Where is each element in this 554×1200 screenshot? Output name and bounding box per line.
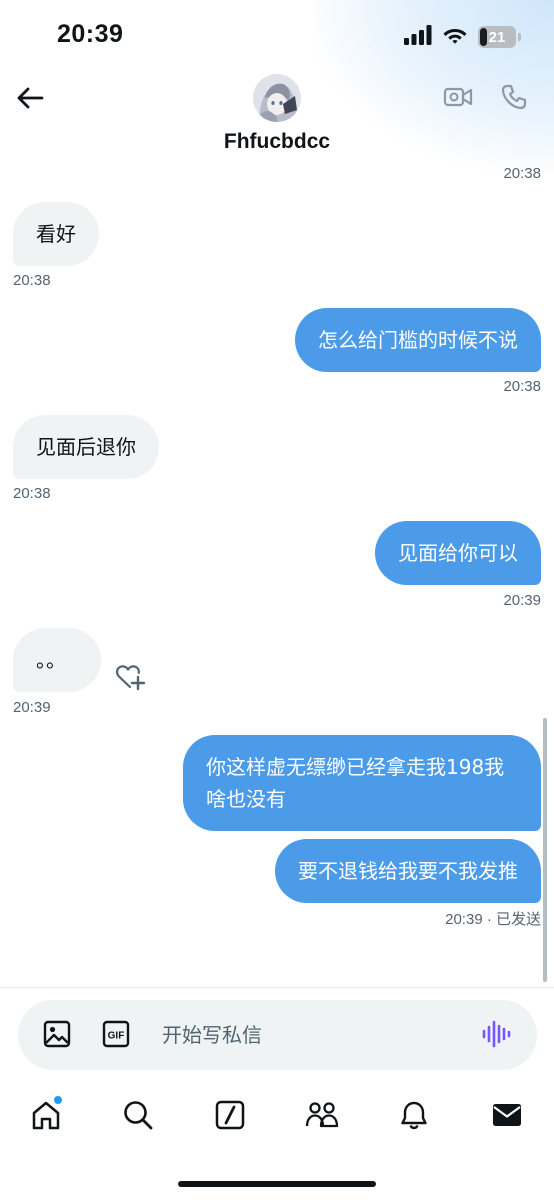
message-time: 20:39 [503, 592, 541, 609]
divider [0, 987, 554, 988]
voice-wave-icon [482, 1020, 511, 1048]
svg-text:GIF: GIF [108, 1031, 125, 1042]
arrow-left-icon [17, 87, 44, 109]
battery-level [480, 28, 487, 46]
tab-communities[interactable] [302, 1095, 342, 1135]
video-call-button[interactable] [441, 80, 475, 114]
message-bubble-incoming[interactable]: 看好 [13, 202, 99, 266]
composer: GIF [18, 1000, 537, 1070]
phone-call-button[interactable] [497, 80, 531, 114]
back-button[interactable] [12, 80, 48, 116]
message-bubble-outgoing[interactable]: 怎么给门槛的时候不说 [295, 308, 541, 372]
bell-icon [401, 1101, 427, 1130]
message-bubble-outgoing[interactable]: 见面给你可以 [375, 521, 541, 585]
message-bubble-outgoing[interactable]: 要不退钱给我要不我发推 [275, 839, 541, 903]
message-line: 啥也没有 [206, 787, 286, 811]
react-button[interactable] [112, 660, 148, 694]
home-indicator [178, 1181, 376, 1187]
tab-search[interactable] [118, 1095, 158, 1135]
message-bubble-outgoing[interactable]: 你这样虚无缥缈已经拿走我198我 啥也没有 [183, 735, 541, 831]
communities-icon [305, 1102, 339, 1128]
mail-icon [493, 1104, 521, 1126]
avatar[interactable] [253, 74, 301, 122]
tab-grok[interactable] [210, 1095, 250, 1135]
status-time: 20:39 [57, 20, 124, 48]
battery-indicator: 21 [478, 26, 521, 48]
tab-notifications[interactable] [394, 1095, 434, 1135]
scrollbar[interactable] [543, 718, 547, 982]
message-time: 20:38 [13, 485, 51, 502]
gif-icon: GIF [102, 1020, 130, 1048]
battery-percent: 21 [488, 28, 506, 46]
image-icon [43, 1020, 71, 1048]
grok-icon [215, 1100, 245, 1130]
contact-name[interactable]: Fhfucbdcc [0, 130, 554, 154]
message-time: 20:38 [503, 165, 541, 182]
heart-plus-icon [116, 665, 146, 691]
message-input[interactable] [162, 1018, 462, 1052]
message-bubble-incoming[interactable]: 见面后退你 [13, 415, 159, 479]
image-button[interactable] [41, 1018, 73, 1050]
signal-icon [404, 25, 432, 49]
message-bubble-incoming[interactable]: 。。 [13, 628, 101, 692]
wifi-icon [442, 25, 468, 49]
message-time: 20:38 [503, 378, 541, 395]
video-call-icon [443, 87, 473, 107]
message-status: 20:39 · 已发送 [445, 911, 541, 928]
tab-messages[interactable] [487, 1095, 527, 1135]
message-time: 20:38 [13, 272, 51, 289]
status-bar: 20:39 21 [0, 0, 554, 170]
message-time: 20:39 [13, 699, 51, 716]
phone-icon [501, 84, 527, 110]
home-notification-dot [54, 1096, 62, 1104]
gif-button[interactable]: GIF [100, 1018, 132, 1050]
status-icons: 21 [404, 25, 521, 49]
message-line: 你这样虚无缥缈已经拿走我198我 [206, 755, 505, 779]
search-icon [124, 1101, 153, 1130]
voice-message-button[interactable] [480, 1018, 512, 1050]
